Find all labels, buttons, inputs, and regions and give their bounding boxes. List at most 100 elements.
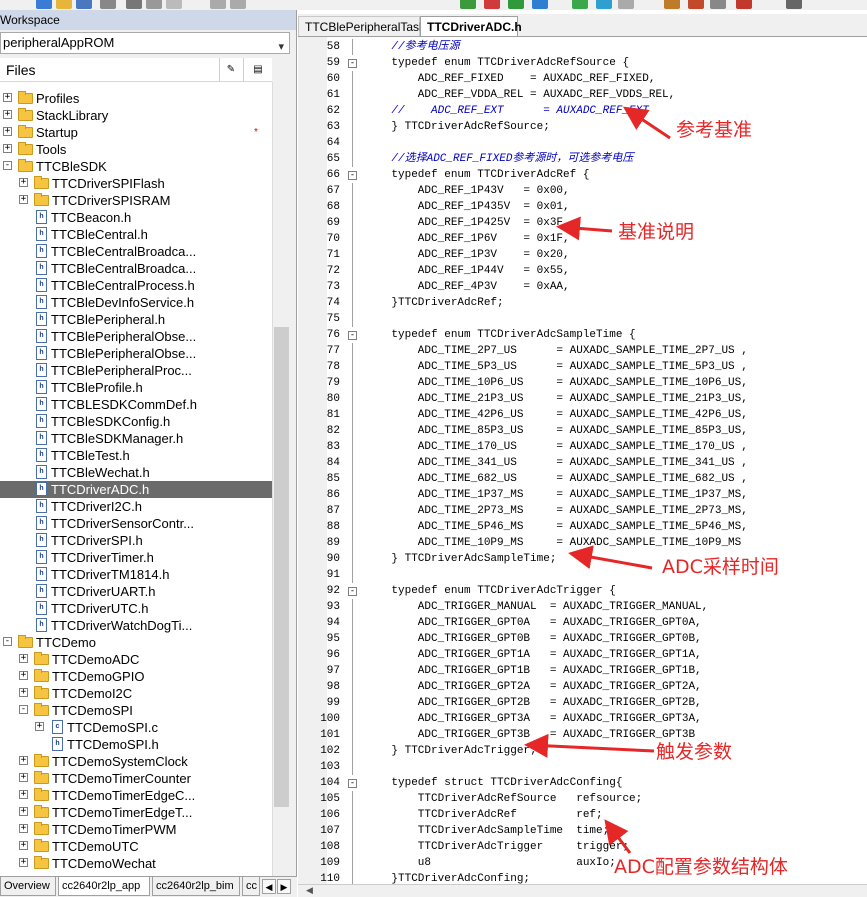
tree-folder[interactable]: + TTCDriverSPIFlash (0, 175, 272, 192)
bookmark-icon[interactable] (618, 0, 634, 9)
next-icon[interactable] (572, 0, 588, 9)
expand-icon[interactable]: + (3, 144, 12, 153)
tree-folder[interactable]: + TTCDemoWechat (0, 855, 272, 872)
cut-icon[interactable] (126, 0, 142, 9)
expand-icon[interactable]: + (19, 756, 28, 765)
go-icon[interactable] (508, 0, 524, 9)
tree-folder[interactable]: + TTCDemoTimerPWM (0, 821, 272, 838)
expand-icon[interactable]: + (3, 93, 12, 102)
tree-file[interactable]: h TTCBleSDKConfig.h (0, 413, 272, 430)
tab-cc2640r2lp-bim[interactable]: cc2640r2lp_bim (152, 877, 240, 896)
open-folder-icon[interactable] (56, 0, 72, 9)
fold-toggle-icon[interactable]: - (348, 331, 357, 340)
expand-icon[interactable]: + (19, 195, 28, 204)
tree-file[interactable]: h TTCBleWechat.h (0, 464, 272, 481)
expand-icon[interactable]: + (19, 824, 28, 833)
tree-folder[interactable]: - TTCDemoSPI (0, 702, 272, 719)
tree-file[interactable]: h TTCBlePeripheralObse... (0, 345, 272, 362)
build-icon[interactable]: ▤ (243, 58, 272, 82)
tab-ttcdriveradc-h[interactable]: TTCDriverADC.h (420, 16, 522, 36)
fold-toggle-icon[interactable]: - (348, 171, 357, 180)
tab-ttcbleperipheraltask-c[interactable]: TTCBlePeripheralTask.c (298, 16, 434, 36)
expand-icon[interactable]: + (19, 790, 28, 799)
expand-icon[interactable]: + (19, 688, 28, 697)
expand-icon[interactable]: + (35, 722, 44, 731)
tree-file[interactable]: h TTCDriverSensorContr... (0, 515, 272, 532)
expand-icon[interactable]: + (19, 841, 28, 850)
tree-folder[interactable]: + TTCDemoTimerCounter (0, 770, 272, 787)
tree-folder[interactable]: + TTCDemoSystemClock (0, 753, 272, 770)
tree-file[interactable]: h TTCBlePeripheralProc... (0, 362, 272, 379)
make-icon[interactable] (688, 0, 704, 9)
tree-file[interactable]: h TTCBleCentral.h (0, 226, 272, 243)
tree-file[interactable]: + c TTCDemoSPI.c (0, 719, 272, 736)
tree-file[interactable]: h TTCBleTest.h (0, 447, 272, 464)
tab-scroll-right-icon[interactable]: ▶ (277, 879, 291, 894)
tree-folder[interactable]: + StackLibrary (0, 107, 272, 124)
tree-folder[interactable]: + TTCDemoTimerEdgeC... (0, 787, 272, 804)
collapse-icon[interactable]: - (3, 637, 12, 646)
tree-file[interactable]: h TTCDriverWatchDogTi... (0, 617, 272, 634)
tree-folder[interactable]: + TTCDemoTimerEdgeT... (0, 804, 272, 821)
step-icon[interactable] (532, 0, 548, 9)
save-icon[interactable] (76, 0, 92, 9)
editor-horizontal-scrollbar[interactable]: ◀ (298, 884, 867, 897)
expand-icon[interactable]: + (19, 671, 28, 680)
tree-folder[interactable]: + TTCDemoGPIO (0, 668, 272, 685)
tab-cc2640r2lp-app[interactable]: cc2640r2lp_app (58, 877, 150, 896)
collapse-icon[interactable]: - (3, 161, 12, 170)
undo-icon[interactable] (210, 0, 226, 9)
expand-icon[interactable]: + (19, 773, 28, 782)
tree-file[interactable]: h TTCDriverUART.h (0, 583, 272, 600)
tree-folder[interactable]: - TTCBleSDK (0, 158, 272, 175)
tree-folder[interactable]: + Startup * (0, 124, 272, 141)
tab-scroll-left-icon[interactable]: ◀ (262, 879, 276, 894)
redo-icon[interactable] (230, 0, 246, 9)
copy-icon[interactable] (146, 0, 162, 9)
download-icon[interactable] (786, 0, 802, 9)
project-select[interactable]: peripheralAppROM ▾ (0, 32, 290, 54)
tree-file[interactable]: h TTCDriverTimer.h (0, 549, 272, 566)
compile-icon[interactable] (664, 0, 680, 9)
scroll-left-icon[interactable]: ◀ (306, 885, 313, 896)
tree-file[interactable]: h TTCDemoSPI.h (0, 736, 272, 753)
tab-cc[interactable]: cc (242, 877, 260, 896)
tree-file[interactable]: h TTCDriverADC.h (0, 481, 272, 498)
prev-icon[interactable] (596, 0, 612, 9)
code-editor[interactable]: 58 //参考电压源 59- typedef enum TTCDriverAdcR… (298, 37, 867, 884)
scrollbar-thumb[interactable] (274, 327, 289, 807)
tree-file[interactable]: h TTCDriverTM1814.h (0, 566, 272, 583)
expand-icon[interactable]: + (19, 858, 28, 867)
expand-icon[interactable]: + (19, 807, 28, 816)
tree-file[interactable]: h TTCBleCentralProcess.h (0, 277, 272, 294)
tree-file[interactable]: h TTCBeacon.h (0, 209, 272, 226)
tree-file[interactable]: h TTCDriverUTC.h (0, 600, 272, 617)
fold-toggle-icon[interactable]: - (348, 587, 357, 596)
paste-icon[interactable] (166, 0, 182, 9)
tree-scrollbar[interactable] (272, 82, 291, 878)
config-icon[interactable]: ✎ (219, 58, 242, 82)
fold-toggle-icon[interactable]: - (348, 59, 357, 68)
tree-file[interactable]: h TTCBleDevInfoService.h (0, 294, 272, 311)
print-icon[interactable] (100, 0, 116, 9)
tree-file[interactable]: h TTCBlePeripheral.h (0, 311, 272, 328)
tree-file[interactable]: h TTCDriverSPI.h (0, 532, 272, 549)
tree-file[interactable]: h TTCBleCentralBroadca... (0, 260, 272, 277)
expand-icon[interactable]: + (19, 178, 28, 187)
tree-folder[interactable]: + TTCDemoI2C (0, 685, 272, 702)
breakpoint-icon[interactable] (710, 0, 726, 9)
collapse-icon[interactable]: - (19, 705, 28, 714)
tree-file[interactable]: h TTCBleProfile.h (0, 379, 272, 396)
tree-folder[interactable]: + TTCDemoADC (0, 651, 272, 668)
tree-folder[interactable]: + TTCDriverSPISRAM (0, 192, 272, 209)
tree-file[interactable]: h TTCDriverI2C.h (0, 498, 272, 515)
tree-file[interactable]: h TTCBLESDKCommDef.h (0, 396, 272, 413)
tab-overview[interactable]: Overview (0, 877, 56, 896)
expand-icon[interactable]: + (3, 110, 12, 119)
tree-file[interactable]: h TTCBlePeripheralObse... (0, 328, 272, 345)
tree-file[interactable]: h TTCBleSDKManager.h (0, 430, 272, 447)
new-file-icon[interactable] (36, 0, 52, 9)
tree-file[interactable]: h TTCBleCentralBroadca... (0, 243, 272, 260)
fold-toggle-icon[interactable]: - (348, 779, 357, 788)
tree-folder[interactable]: + TTCDemoUTC (0, 838, 272, 855)
